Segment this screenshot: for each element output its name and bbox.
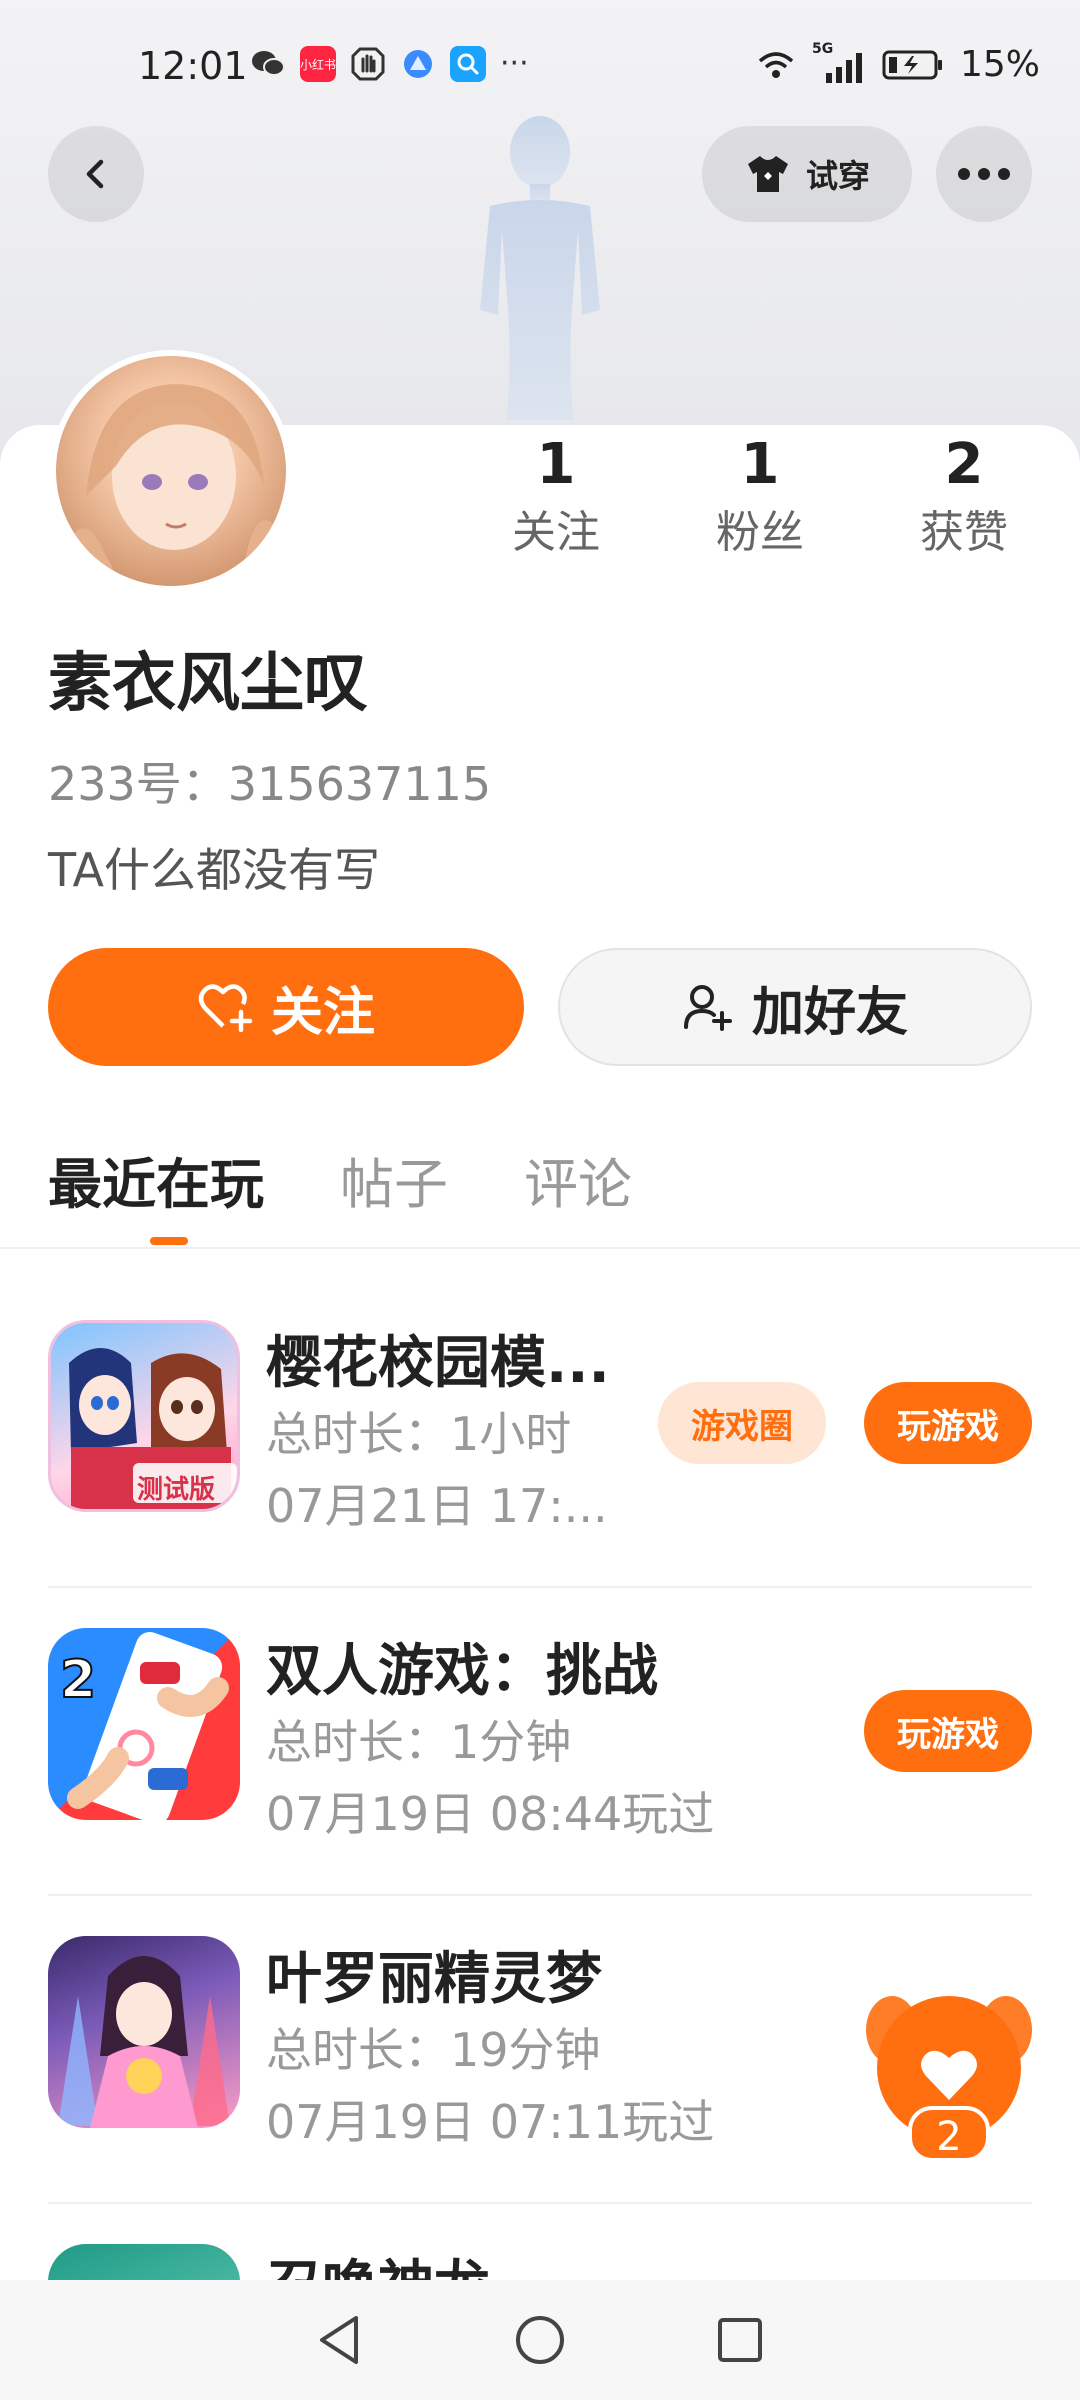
game-icon-dragon	[48, 2244, 240, 2280]
game-title: 双人游戏：挑战	[266, 1639, 658, 1704]
signal-icon: 5G	[812, 41, 866, 83]
game-last-played: 07月19日 07:11玩过	[266, 2095, 715, 2149]
user-bio: TA什么都没有写	[48, 843, 380, 897]
stat-likes-label: 获赞	[920, 507, 1008, 558]
game-icon-sakura: 测试版	[48, 1320, 240, 1512]
game-row[interactable]: 测试版 樱花校园模... 总时长：1小时 07月21日 17:... 游戏圈 玩…	[0, 1280, 1080, 1588]
game-last-played: 07月19日 08:44玩过	[266, 1787, 715, 1841]
stat-fans-count: 1	[740, 432, 780, 497]
play-game-button[interactable]: 玩游戏	[864, 1382, 1032, 1464]
stat-following-count: 1	[536, 432, 576, 497]
game-row[interactable]: 2 双人游戏：挑战 总时长：1分钟 07月19日 08:44玩过 玩游戏	[0, 1588, 1080, 1896]
more-button[interactable]	[936, 126, 1032, 222]
tabs-divider	[0, 1247, 1080, 1249]
like-count: 2	[936, 2114, 962, 2160]
add-friend-button[interactable]: 加好友	[558, 948, 1032, 1066]
game-icon-yeloli	[48, 1936, 240, 2128]
game-title: 樱花校园模...	[266, 1331, 610, 1396]
user-name: 素衣风尘叹	[48, 647, 368, 721]
follow-label: 关注	[270, 982, 375, 1043]
game-circle-button[interactable]: 游戏圈	[658, 1382, 826, 1464]
tryon-label: 试穿	[805, 157, 870, 195]
game-icon-two-player: 2	[48, 1628, 240, 1820]
home-circle-icon[interactable]	[514, 2314, 566, 2366]
wifi-icon	[758, 51, 794, 78]
more-dots-icon	[958, 168, 1010, 180]
status-bar: 12:01 小红书 ··· 5G 15%	[0, 0, 1080, 130]
tab-posts[interactable]: 帖子	[340, 1150, 448, 1220]
stat-likes-count: 2	[944, 432, 984, 497]
play-game-button[interactable]: 玩游戏	[864, 1690, 1032, 1772]
game-title: 召唤神龙	[266, 2242, 490, 2280]
active-tab-indicator	[150, 1237, 188, 1245]
tryon-button[interactable]: 试穿	[702, 126, 912, 222]
system-nav-bar	[0, 2280, 1080, 2400]
game-duration: 总时长：19分钟	[266, 2023, 601, 2077]
tab-comments[interactable]: 评论	[524, 1150, 632, 1220]
back-triangle-icon[interactable]	[316, 2314, 364, 2366]
chevron-left-icon	[86, 159, 104, 189]
status-right: 5G 15%	[756, 41, 1040, 85]
add-friend-label: 加好友	[751, 982, 908, 1043]
search-app-icon	[450, 46, 486, 82]
game-icon-badge: 2	[59, 1649, 97, 1711]
avatar-figure-illustration	[480, 116, 600, 420]
add-user-icon	[683, 985, 732, 1031]
xiaohongshu-icon: 小红书	[300, 46, 336, 82]
user-id: 233号：315637115	[48, 757, 492, 811]
stat-likes[interactable]: 2 获赞	[894, 430, 1034, 566]
stat-following[interactable]: 1 关注	[486, 430, 626, 566]
game-duration: 总时长：1小时	[266, 1407, 572, 1461]
hand-icon	[350, 46, 386, 82]
game-row[interactable]: 召唤神龙	[0, 2204, 1080, 2280]
stat-fans[interactable]: 1 粉丝	[690, 430, 830, 566]
game-icon-badge: 测试版	[137, 1475, 216, 1505]
game-title: 叶罗丽精灵梦	[266, 1947, 602, 2012]
notification-icons: 小红书 ···	[250, 46, 529, 82]
heart-plus-icon	[198, 984, 253, 1032]
follow-button[interactable]: 关注	[48, 948, 524, 1066]
back-button[interactable]	[48, 126, 144, 222]
tshirt-icon	[747, 156, 788, 192]
battery-percent: 15%	[959, 44, 1040, 85]
battery-icon	[882, 50, 942, 79]
status-time: 12:01	[138, 44, 248, 88]
avatar[interactable]	[50, 350, 292, 592]
stat-following-label: 关注	[512, 507, 600, 558]
floating-like-button[interactable]: 2	[866, 1990, 1032, 2162]
more-notifications: ···	[500, 46, 529, 81]
game-last-played: 07月21日 17:...	[266, 1479, 608, 1533]
profile-tabs: 最近在玩 帖子 评论	[48, 1150, 632, 1220]
game-duration: 总时长：1分钟	[266, 1715, 572, 1769]
tab-recent-played[interactable]: 最近在玩	[48, 1150, 264, 1220]
stat-fans-label: 粉丝	[716, 507, 804, 558]
recents-square-icon[interactable]	[716, 2316, 764, 2364]
wechat-icon	[250, 46, 286, 82]
xiaohongshu-label: 小红书	[300, 57, 337, 72]
browser-icon	[400, 46, 436, 82]
